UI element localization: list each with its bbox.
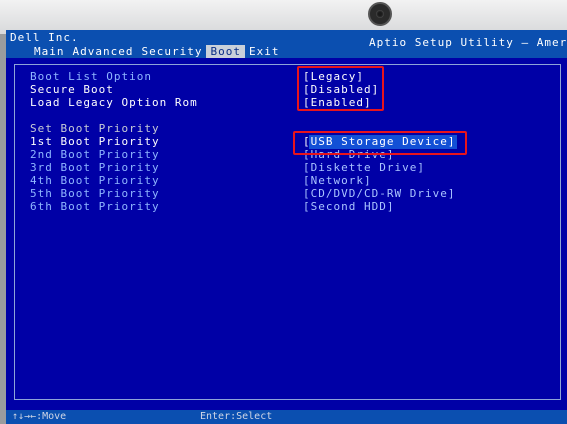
boot-priority-1-label[interactable]: 1st Boot Priority <box>30 135 160 148</box>
boot-priority-3-label[interactable]: 3rd Boot Priority <box>30 161 160 174</box>
tab-advanced[interactable]: Advanced <box>69 45 138 58</box>
secure-boot-label[interactable]: Secure Boot <box>30 83 114 96</box>
boot-list-option-label[interactable]: Boot List Option <box>30 70 152 83</box>
boot-settings-panel: Boot List Option [Legacy] Secure Boot [D… <box>14 64 561 400</box>
boot-priority-5-value[interactable]: [CD/DVD/CD-RW Drive] <box>303 187 455 200</box>
vendor-name: Dell Inc. <box>10 31 79 44</box>
boot-priority-3-value[interactable]: [Diskette Drive] <box>303 161 425 174</box>
laptop-bezel <box>0 0 567 34</box>
tab-boot[interactable]: Boot <box>206 45 245 58</box>
annotation-box-first-priority <box>293 131 467 155</box>
webcam-icon <box>368 2 392 26</box>
tab-bar: Main Advanced Security Boot Exit <box>30 45 283 58</box>
boot-priority-4-value[interactable]: [Network] <box>303 174 372 187</box>
tab-security[interactable]: Security <box>137 45 206 58</box>
bios-header: Dell Inc. Aptio Setup Utility – Americ M… <box>6 30 567 58</box>
load-legacy-option-rom-label[interactable]: Load Legacy Option Rom <box>30 96 198 109</box>
bios-footer: ↑↓→←:Move Enter:Select <box>6 410 567 424</box>
tab-exit[interactable]: Exit <box>245 45 284 58</box>
set-boot-priority-heading: Set Boot Priority <box>30 122 160 135</box>
footer-select-hint: Enter:Select <box>200 411 273 422</box>
boot-priority-2-label[interactable]: 2nd Boot Priority <box>30 148 160 161</box>
boot-priority-5-label[interactable]: 5th Boot Priority <box>30 187 160 200</box>
annotation-box-settings <box>297 66 384 111</box>
footer-move-hint: ↑↓→←:Move <box>12 411 67 422</box>
boot-priority-6-label[interactable]: 6th Boot Priority <box>30 200 160 213</box>
bios-screen: Dell Inc. Aptio Setup Utility – Americ M… <box>6 30 567 424</box>
boot-priority-4-label[interactable]: 4th Boot Priority <box>30 174 160 187</box>
tab-main[interactable]: Main <box>30 45 69 58</box>
boot-priority-6-value[interactable]: [Second HDD] <box>303 200 394 213</box>
webcam-lens <box>376 10 384 18</box>
utility-title: Aptio Setup Utility – Americ <box>369 36 567 49</box>
